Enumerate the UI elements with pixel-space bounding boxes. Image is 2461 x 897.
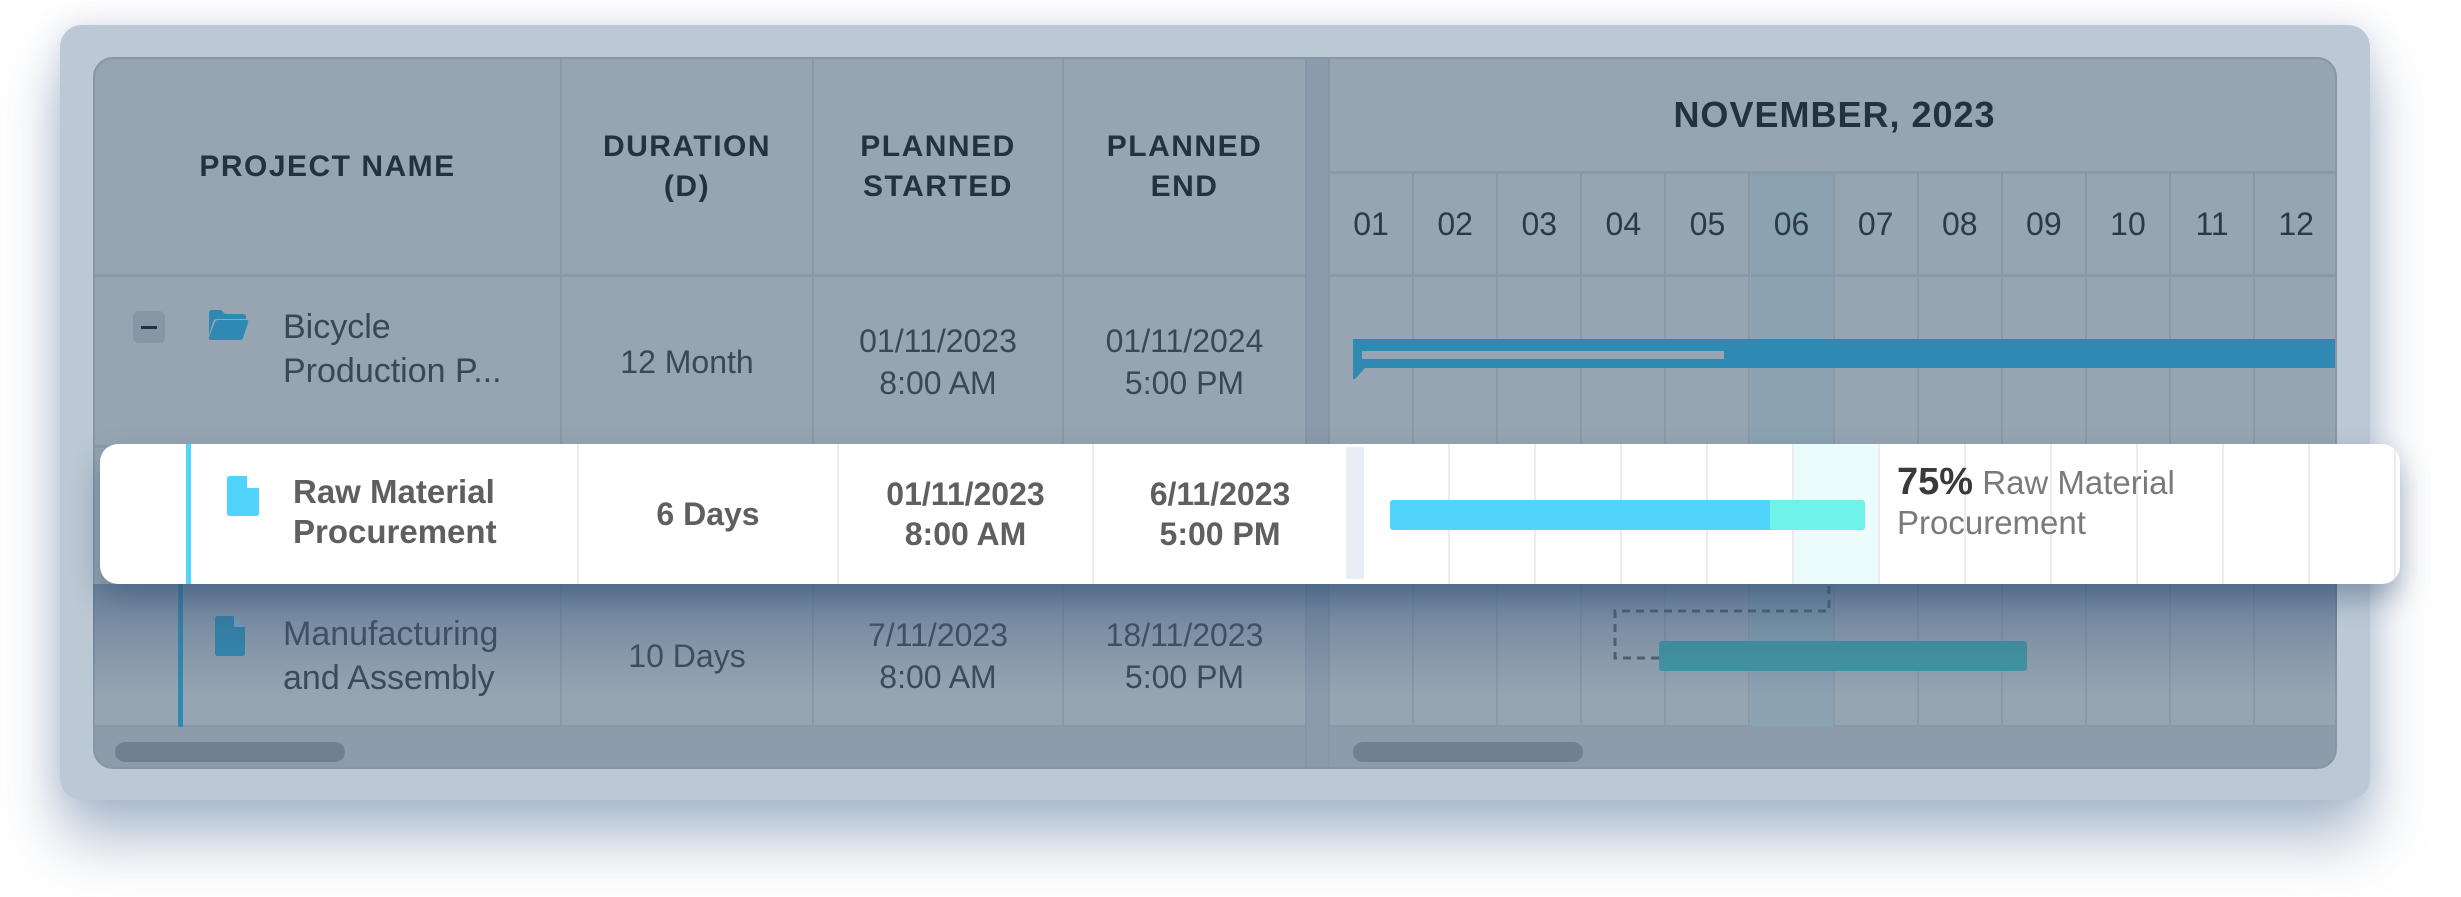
summary-bar[interactable] (1351, 337, 2337, 379)
task-progress-fill (1390, 500, 1771, 530)
end-cell: 01/11/2024 5:00 PM (1064, 277, 1305, 447)
pane-splitter (1346, 447, 1364, 579)
left-scrollbar-thumb[interactable] (115, 742, 345, 762)
end-time: 5:00 PM (1124, 659, 1245, 695)
row-name-line2: Production P... (283, 352, 502, 390)
day-header-02: 02 (1414, 174, 1499, 277)
day-column (2224, 444, 2310, 584)
duration-cell: 12 Month (620, 344, 754, 380)
task-bar-label: 75% Raw Material Procurement (1897, 462, 2175, 543)
row-name-line1: Raw Material (293, 473, 495, 510)
row-name-line2: and Assembly (283, 659, 495, 697)
header-project-name[interactable]: PROJECT NAME (95, 59, 562, 277)
start-cell: 01/11/2023 8:00 AM (839, 444, 1094, 584)
end-time: 5:00 PM (1124, 365, 1245, 401)
folder-icon (208, 310, 249, 340)
row-name-line1: Manufacturing (283, 615, 499, 653)
duration-cell: 10 Days (628, 638, 746, 674)
selected-task-row[interactable]: Raw Material Procurement 6 Days 01/11/20… (100, 444, 2400, 584)
month-header: NOVEMBER, 2023 (1330, 59, 2335, 174)
row-name-line2: Procurement (293, 513, 497, 550)
end-date: 6/11/2023 (1149, 476, 1291, 512)
task-bar-manufacturing[interactable] (1659, 641, 2027, 671)
file-icon (227, 476, 259, 516)
progress-percent: 75% (1897, 461, 1974, 503)
bar-label-line2: Procurement (1897, 504, 2086, 541)
row-name[interactable]: Bicycle Production P... (283, 305, 502, 393)
day-header-04: 04 (1582, 174, 1667, 277)
start-time: 8:00 AM (879, 365, 997, 401)
bar-label-line1: Raw Material (1982, 464, 2175, 501)
day-header-12: 12 (2255, 174, 2335, 277)
right-scrollbar-thumb[interactable] (1353, 742, 1583, 762)
day-header-11: 11 (2171, 174, 2256, 277)
start-date: 01/11/2023 (886, 476, 1045, 512)
header-planned-started[interactable]: PLANNED STARTED (814, 59, 1064, 277)
tree-indent-line (186, 444, 191, 584)
row-name[interactable]: Raw Material Procurement (293, 472, 579, 556)
pane-splitter[interactable] (1305, 59, 1330, 767)
header-planned-end[interactable]: PLANNED END (1064, 59, 1305, 277)
end-date: 01/11/2024 (1105, 323, 1264, 359)
end-cell: 6/11/2023 5:00 PM (1094, 444, 1346, 584)
day-header-10: 10 (2086, 174, 2171, 277)
day-header-08: 08 (1918, 174, 2003, 277)
file-icon (215, 616, 245, 656)
start-cell: 7/11/2023 8:00 AM (814, 586, 1062, 726)
duration-cell: 6 Days (579, 444, 839, 584)
end-cell: 18/11/2023 5:00 PM (1064, 586, 1305, 726)
end-time: 5:00 PM (1159, 516, 1281, 552)
day-header-03: 03 (1498, 174, 1583, 277)
gantt-table: PROJECT NAME DURATION (D) PLANNED STARTE… (93, 57, 2337, 769)
start-cell: 01/11/2023 8:00 AM (814, 277, 1062, 447)
day-column (2310, 444, 2396, 584)
day-header-06: 06 (1750, 174, 1835, 277)
minus-icon (141, 325, 157, 329)
day-header-09: 09 (2002, 174, 2087, 277)
collapse-button[interactable] (133, 311, 165, 343)
day-header-05: 05 (1666, 174, 1751, 277)
day-header-01: 01 (1330, 174, 1415, 277)
row-name[interactable]: Manufacturing and Assembly (283, 612, 498, 700)
start-time: 8:00 AM (879, 659, 997, 695)
task-bar-raw-material[interactable] (1390, 500, 1865, 530)
day-header-07: 07 (1834, 174, 1919, 277)
header-duration[interactable]: DURATION (D) (562, 59, 814, 277)
start-date: 7/11/2023 (868, 617, 1008, 653)
row-name-line1: Bicycle (283, 308, 391, 346)
start-time: 8:00 AM (904, 516, 1027, 552)
start-date: 01/11/2023 (859, 323, 1017, 359)
end-date: 18/11/2023 (1105, 617, 1264, 653)
summary-progress (1362, 351, 1724, 359)
